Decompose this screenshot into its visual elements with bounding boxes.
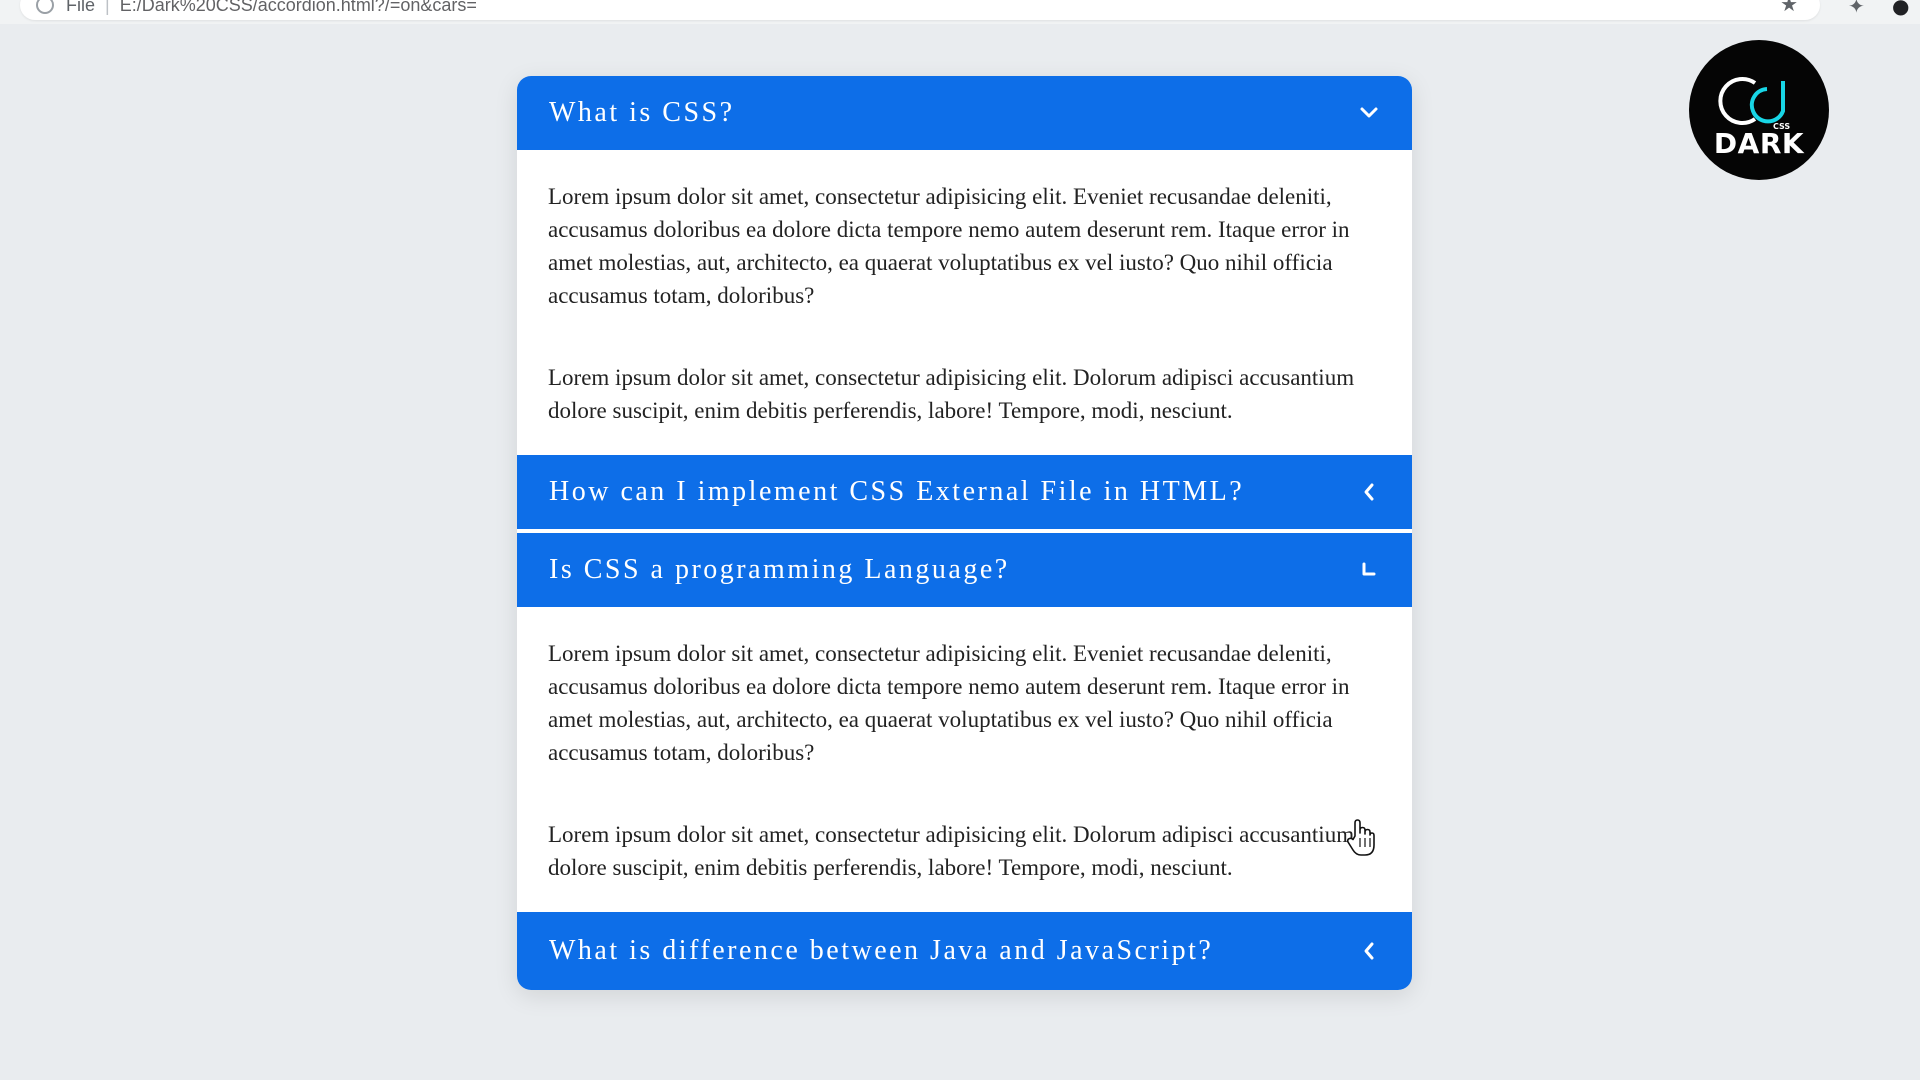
accordion-title: How can I implement CSS External File in… [549, 476, 1245, 507]
accordion-panel-programming-language: Lorem ipsum dolor sit amet, consectetur … [517, 611, 1412, 912]
accordion-header-external-file[interactable]: How can I implement CSS External File in… [517, 455, 1412, 533]
chevron-down-icon[interactable] [1358, 102, 1380, 124]
extensions-icon[interactable]: ✦ [1848, 0, 1865, 18]
accordion-title: What is difference between Java and Java… [549, 935, 1214, 966]
panel-paragraph: Lorem ipsum dolor sit amet, consectetur … [548, 641, 1350, 765]
address-url[interactable]: E:/Dark%20CSS/accordion.html?/=on&cars= [120, 0, 477, 16]
panel-paragraph: Lorem ipsum dolor sit amet, consectetur … [548, 822, 1355, 880]
file-label: File [66, 0, 96, 15]
accordion-header-what-is-css[interactable]: What is CSS? [517, 76, 1412, 154]
chevron-left-icon[interactable] [1358, 481, 1380, 503]
browser-toolbar: File | E:/Dark%20CSS/accordion.html?/=on… [0, 0, 1920, 24]
accordion-panel-what-is-css: Lorem ipsum dolor sit amet, consectetur … [517, 154, 1412, 455]
accordion-title: Is CSS a programming Language? [549, 554, 1010, 585]
panel-paragraph: Lorem ipsum dolor sit amet, consectetur … [548, 184, 1350, 308]
profile-avatar-icon[interactable]: ● [1892, 0, 1909, 18]
star-icon[interactable]: ★ [1780, 0, 1798, 17]
info-icon[interactable] [36, 0, 54, 14]
accordion-header-java-vs-javascript[interactable]: What is difference between Java and Java… [517, 912, 1412, 990]
chevron-down-icon[interactable] [1358, 559, 1380, 581]
faq-accordion: What is CSS? Lorem ipsum dolor sit amet,… [517, 76, 1412, 990]
accordion-title: What is CSS? [549, 97, 735, 128]
logo-text: DARK [1713, 126, 1805, 160]
logo-subtext: CSS [1773, 122, 1791, 131]
address-bar[interactable]: File | E:/Dark%20CSS/accordion.html?/=on… [20, 0, 1820, 20]
dark-css-logo: CSS DARK [1689, 40, 1829, 180]
address-separator: | [105, 0, 110, 15]
hand-cursor-icon [1346, 819, 1375, 856]
logo-mark-icon [1718, 76, 1785, 125]
accordion-header-programming-language[interactable]: Is CSS a programming Language? [517, 533, 1412, 611]
panel-paragraph: Lorem ipsum dolor sit amet, consectetur … [548, 365, 1355, 423]
chevron-left-icon[interactable] [1358, 940, 1380, 962]
